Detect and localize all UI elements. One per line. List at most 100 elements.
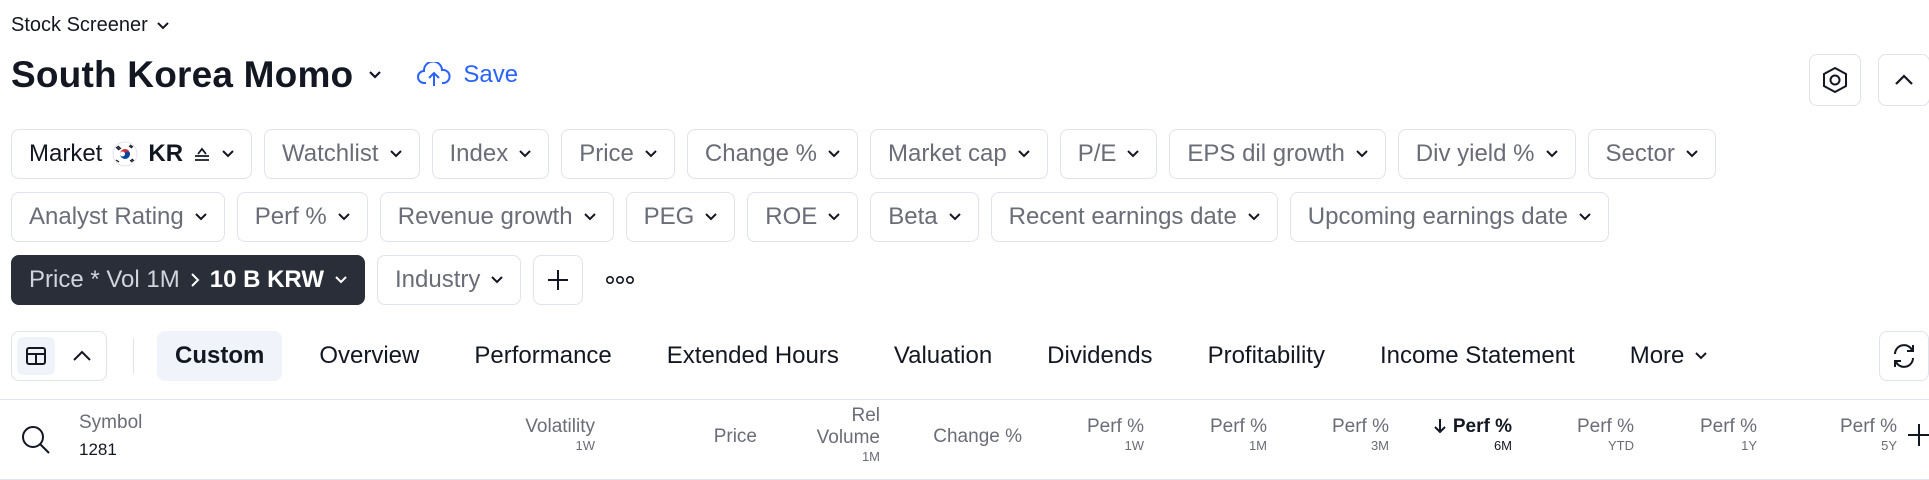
filter-label: PEG (643, 203, 695, 230)
filter-market-cap[interactable]: Market cap (869, 129, 1048, 179)
column-label: Perf % (1839, 416, 1897, 437)
tab-custom[interactable]: Custom (157, 331, 283, 381)
add-filter-button[interactable] (533, 255, 584, 305)
column-header-price[interactable]: Price (714, 426, 757, 448)
filter-beta[interactable]: Beta (870, 192, 979, 242)
column-header-rel-volume[interactable]: Rel Volume 1M (817, 405, 880, 465)
column-header-change-percent[interactable]: Change % (933, 426, 1022, 448)
collapse-button[interactable] (1878, 54, 1929, 106)
chart-view-button[interactable] (63, 337, 101, 375)
tab-label: Performance (474, 342, 612, 369)
filter-sector[interactable]: Sector (1587, 129, 1716, 179)
filter-upcoming-earnings-date[interactable]: Upcoming earnings date (1289, 192, 1609, 242)
symbol-column-header[interactable]: Symbol 1281 (79, 412, 142, 460)
chevron-down-icon (338, 213, 350, 221)
page-title[interactable]: South Korea Momo (11, 54, 353, 96)
refresh-button[interactable] (1879, 331, 1929, 381)
table-view-button[interactable] (17, 337, 55, 375)
filter-index[interactable]: Index (431, 129, 550, 179)
chevron-down-icon[interactable] (367, 69, 383, 81)
column-header-perf-3m[interactable]: Perf % 3M (1332, 416, 1389, 454)
sort-descending-icon (1434, 419, 1446, 434)
column-sub-label: 5Y (1881, 438, 1897, 453)
tab-bar: Custom Overview Performance Extended Hou… (157, 331, 1745, 381)
tab-label: Income Statement (1379, 342, 1575, 369)
tab-more[interactable]: More (1612, 331, 1727, 381)
chevron-down-icon (519, 150, 531, 158)
filter-pe[interactable]: P/E (1059, 129, 1158, 179)
filter-watchlist[interactable]: Watchlist (264, 129, 420, 179)
chevron-down-icon (583, 213, 596, 221)
filter-revenue-growth[interactable]: Revenue growth (379, 192, 614, 242)
tab-overview[interactable]: Overview (301, 331, 437, 381)
filter-roe[interactable]: ROE (747, 192, 859, 242)
filter-peg[interactable]: PEG (625, 192, 736, 242)
tab-label: Extended Hours (666, 342, 839, 369)
tab-label: Custom (175, 342, 265, 369)
column-sub-label: 1Y (1741, 438, 1757, 453)
column-header-perf-1m[interactable]: Perf % 1M (1210, 416, 1267, 454)
column-sub-label: 1W (1124, 438, 1145, 453)
filter-label: ROE (765, 203, 818, 230)
symbol-count: 1281 (79, 440, 117, 459)
chevron-down-icon (1579, 213, 1591, 221)
active-filter-value: 10 B KRW (209, 266, 324, 293)
search-button[interactable] (20, 424, 52, 461)
column-label: Volatility (525, 416, 595, 437)
filter-perf-percent[interactable]: Perf % (236, 192, 368, 242)
search-icon (22, 426, 50, 454)
tab-dividends[interactable]: Dividends (1029, 331, 1170, 381)
add-column-button[interactable] (1906, 422, 1929, 453)
tab-profitability[interactable]: Profitability (1190, 331, 1343, 381)
column-header-perf-6m[interactable]: Perf % 6M (1433, 416, 1512, 454)
chevron-down-icon (1695, 352, 1708, 360)
filter-label: Analyst Rating (29, 203, 184, 230)
filter-industry[interactable]: Industry (376, 255, 522, 305)
table-grid-icon (26, 347, 46, 365)
chevron-down-icon (389, 150, 402, 158)
filter-analyst-rating[interactable]: Analyst Rating (11, 192, 225, 242)
filter-div-yield[interactable]: Div yield % (1397, 129, 1576, 179)
chevron-down-icon (948, 213, 961, 221)
filter-recent-earnings-date[interactable]: Recent earnings date (990, 192, 1278, 242)
column-label: Perf % (1086, 416, 1144, 437)
save-button[interactable]: Save (417, 61, 518, 89)
column-header-perf-ytd[interactable]: Perf % YTD (1577, 416, 1634, 454)
chevron-down-icon (1017, 150, 1030, 158)
breadcrumb[interactable]: Stock Screener (11, 14, 170, 37)
filter-label: P/E (1077, 140, 1117, 167)
filter-change-percent[interactable]: Change % (686, 129, 858, 179)
filter-eps-dil-growth[interactable]: EPS dil growth (1169, 129, 1386, 179)
column-header-perf-1w[interactable]: Perf % 1W (1087, 416, 1144, 454)
symbol-header-label: Symbol (79, 412, 143, 433)
chevron-down-icon (1356, 150, 1368, 158)
tab-valuation[interactable]: Valuation (876, 331, 1010, 381)
chevron-down-icon (1248, 213, 1260, 221)
tab-label: Dividends (1047, 342, 1153, 369)
filter-price[interactable]: Price (561, 129, 675, 179)
active-filter-price-vol[interactable]: Price * Vol 1M 10 B KRW (11, 255, 365, 305)
tab-label: Profitability (1207, 342, 1325, 369)
filter-label: Upcoming earnings date (1307, 203, 1568, 230)
column-sub-label: 1M (861, 449, 880, 464)
screener-settings-button[interactable] (1809, 54, 1861, 106)
column-label: Perf % (1699, 416, 1757, 437)
plus-icon (548, 270, 569, 290)
column-label: Price (713, 426, 757, 447)
chevron-up-icon (1895, 74, 1913, 85)
chevron-right-icon (191, 273, 200, 287)
column-header-perf-5y[interactable]: Perf % 5Y (1840, 416, 1897, 454)
tab-extended-hours[interactable]: Extended Hours (649, 331, 857, 381)
filter-row-3: Price * Vol 1M 10 B KRW Industry (11, 255, 645, 305)
tab-income-statement[interactable]: Income Statement (1362, 331, 1593, 381)
column-header-volatility[interactable]: Volatility 1W (525, 416, 595, 454)
column-header-perf-1y[interactable]: Perf % 1Y (1700, 416, 1757, 454)
plus-icon (1908, 424, 1929, 446)
more-options-button[interactable] (595, 255, 645, 305)
column-sub-label: YTD (1608, 438, 1634, 453)
market-filter[interactable]: Market KR (11, 129, 253, 179)
filter-label: Perf % (254, 203, 327, 230)
tab-performance[interactable]: Performance (456, 331, 629, 381)
column-sub-label: 6M (1493, 438, 1512, 453)
column-label: Perf % (1452, 416, 1512, 437)
